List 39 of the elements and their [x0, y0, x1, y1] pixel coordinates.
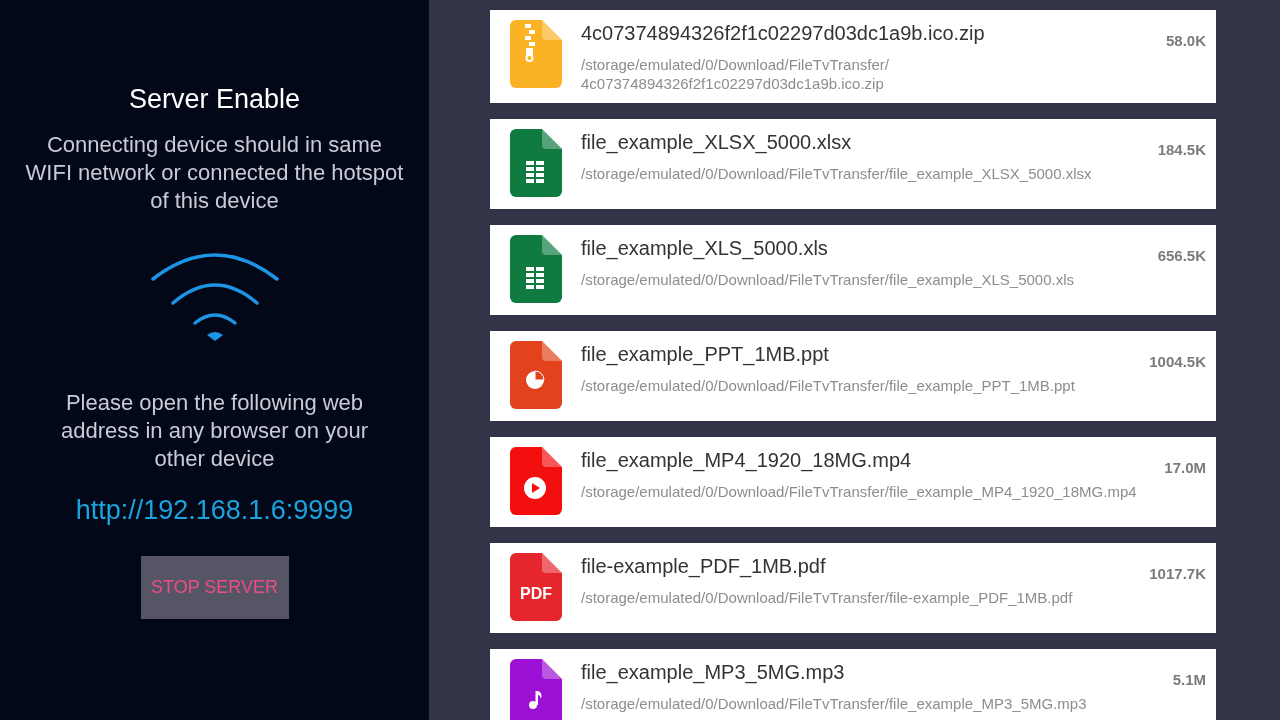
spreadsheet-file-icon	[510, 235, 562, 303]
file-path: /storage/emulated/0/Download/FileTvTransfer/file_example_XLSX_5000.xlsx	[581, 164, 1093, 183]
server-title: Server Enable	[128, 84, 301, 115]
file-size: 1017.7K	[1149, 565, 1206, 582]
file-path: /storage/emulated/0/Download/FileTvTransfer/file-example_PDF_1MB.pdf	[581, 588, 1074, 607]
file-card[interactable]: PDF file-example_PDF_1MB.pdf /storage/emulated/0/Download/FileTvTransfer/file-example_PDF_1MB.pdf 1017.7K	[490, 543, 1216, 633]
slides-file-icon	[510, 341, 562, 409]
file-path: /storage/emulated/0/Download/FileTvTransfer/file_example_PPT_1MB.ppt	[581, 376, 1076, 395]
file-card[interactable]: file_example_MP3_5MG.mp3 /storage/emulated/0/Download/FileTvTransfer/file_example_MP3_5MG.mp3 5.1M	[490, 649, 1216, 720]
file-card[interactable]: file_example_PPT_1MB.ppt /storage/emulated/0/Download/FileTvTransfer/file_example_PPT_1MB.ppt 1004.5K	[490, 331, 1216, 421]
file-size: 184.5K	[1157, 141, 1206, 158]
file-card[interactable]: file_example_XLS_5000.xls /storage/emulated/0/Download/FileTvTransfer/file_example_XLS_5000.xls 656.5K	[490, 225, 1216, 315]
spreadsheet-file-icon	[510, 129, 562, 197]
file-name: file_example_XLS_5000.xls	[581, 237, 829, 260]
file-path: /storage/emulated/0/Download/FileTvTransfer/file_example_XLS_5000.xls	[581, 270, 1076, 289]
file-size: 17.0M	[1164, 459, 1206, 476]
file-size: 1004.5K	[1149, 353, 1206, 370]
audio-file-icon	[510, 659, 562, 720]
file-card[interactable]: file_example_MP4_1920_18MG.mp4 /storage/emulated/0/Download/FileTvTransfer/file_example_MP4_1920_18MG.mp4 17.0M	[490, 437, 1216, 527]
file-name: file-example_PDF_1MB.pdf	[581, 555, 827, 578]
file-name: 4c07374894326f2f1c02297d03dc1a9b.ico.zip	[581, 22, 986, 45]
file-card[interactable]: file_example_XLSX_5000.xlsx /storage/emulated/0/Download/FileTvTransfer/file_example_XLSX_5000.xlsx 184.5K	[490, 119, 1216, 209]
network-note: Connecting device should in same WIFI network or connected the hotspot of this device	[24, 131, 405, 215]
pdf-file-icon: PDF	[510, 553, 562, 621]
file-path: /storage/emulated/0/Download/FileTvTransfer/file_example_MP4_1920_18MG.mp4	[581, 482, 1138, 501]
file-path: /storage/emulated/0/Download/FileTvTransfer/ 4c07374894326f2f1c02297d03dc1a9b.ico.zip	[581, 55, 890, 93]
file-size: 656.5K	[1157, 247, 1206, 264]
instruction-text: Please open the following web address in any browser on your other device	[60, 389, 369, 473]
file-path: /storage/emulated/0/Download/FileTvTransfer/file_example_MP3_5MG.mp3	[581, 694, 1088, 713]
file-size: 58.0K	[1165, 32, 1206, 49]
video-file-icon	[510, 447, 562, 515]
server-address: http://192.168.1.6:9999	[75, 495, 354, 526]
file-card[interactable]: 4c07374894326f2f1c02297d03dc1a9b.ico.zip /storage/emulated/0/Download/FileTvTransfer/ 4c07374894326f2f1c02297d03dc1a9b.ico.zip 58.0K	[490, 10, 1216, 103]
file-name: file_example_PPT_1MB.ppt	[581, 343, 830, 366]
zip-file-icon	[510, 20, 562, 88]
file-name: file_example_MP4_1920_18MG.mp4	[581, 449, 913, 472]
file-name: file_example_XLSX_5000.xlsx	[581, 131, 853, 154]
file-name: file_example_MP3_5MG.mp3	[581, 661, 846, 684]
file-size: 5.1M	[1172, 671, 1206, 688]
